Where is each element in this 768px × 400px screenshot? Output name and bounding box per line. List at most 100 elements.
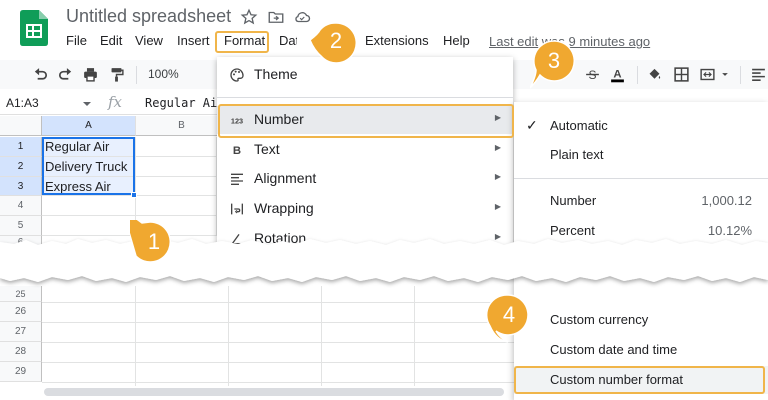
- row-header[interactable]: 2: [0, 157, 42, 177]
- format-menu-label: Text: [254, 141, 280, 157]
- number-menu-label: Custom currency: [550, 312, 649, 327]
- formula-input[interactable]: Regular Air: [145, 96, 224, 110]
- submenu-arrow-icon: ▶: [494, 202, 501, 211]
- row-header[interactable]: 26: [0, 302, 42, 322]
- submenu-arrow-icon: ▶: [494, 113, 501, 122]
- toolbar-separator: [637, 66, 638, 84]
- number-menu-example: 1,000.12: [701, 193, 752, 208]
- menu-view[interactable]: View: [135, 33, 163, 48]
- menu-format[interactable]: Format: [224, 33, 265, 48]
- format-menu-item-theme[interactable]: Theme: [217, 61, 513, 89]
- cell-b2[interactable]: [136, 157, 217, 177]
- align-icon[interactable]: [750, 66, 767, 83]
- horizontal-scrollbar[interactable]: [44, 388, 504, 396]
- callout-number: 3: [547, 48, 561, 73]
- svg-text:B: B: [233, 145, 241, 157]
- callout-3: 3: [530, 38, 582, 90]
- paint-format-icon[interactable]: [108, 66, 125, 83]
- cell-b3[interactable]: [136, 177, 217, 196]
- row-header[interactable]: 1: [0, 137, 42, 157]
- strikethrough-icon[interactable]: S: [584, 66, 601, 83]
- number-menu-item-number[interactable]: Number 1,000.12: [514, 187, 768, 215]
- number-menu-item-custom-date-time[interactable]: Custom date and time: [514, 336, 768, 364]
- callout-number: 1: [147, 229, 161, 254]
- chevron-down-icon[interactable]: [82, 99, 92, 109]
- palette-icon: [230, 68, 244, 82]
- number-menu-label: Custom number format: [550, 372, 683, 387]
- svg-text:A: A: [613, 68, 621, 80]
- callout-4: 4: [486, 292, 538, 344]
- number-123-icon: 123: [231, 116, 243, 125]
- row-header[interactable]: 28: [0, 342, 42, 362]
- checkmark-icon: ✓: [526, 117, 538, 133]
- submenu-arrow-icon: ▶: [494, 172, 501, 181]
- fill-handle[interactable]: [131, 192, 137, 198]
- toolbar-separator: [740, 66, 741, 84]
- cell-b4[interactable]: [136, 196, 217, 216]
- fill-color-icon[interactable]: [646, 66, 663, 83]
- column-header-a[interactable]: A: [42, 116, 136, 136]
- print-icon[interactable]: [82, 66, 99, 83]
- row-header[interactable]: 29: [0, 362, 42, 382]
- name-box[interactable]: A1:A3: [6, 96, 39, 110]
- format-menu-item-text[interactable]: B Text ▶: [217, 136, 513, 164]
- toolbar-separator: [136, 66, 137, 84]
- format-menu-item-wrapping[interactable]: Wrapping ▶: [217, 195, 513, 223]
- menu-extensions[interactable]: Extensions: [365, 33, 429, 48]
- menu-divider: [514, 178, 768, 179]
- undo-icon[interactable]: [32, 66, 49, 83]
- number-menu-label: Plain text: [550, 147, 604, 162]
- cell-a1[interactable]: Regular Air: [42, 137, 136, 157]
- cell-a4[interactable]: [42, 196, 136, 216]
- number-menu-item-plain-text[interactable]: Plain text: [514, 141, 768, 169]
- callout-1: 1: [130, 220, 182, 272]
- number-menu-item-custom-currency[interactable]: Custom currency: [514, 306, 768, 334]
- text-color-icon[interactable]: A: [609, 66, 626, 83]
- bold-icon: B: [233, 145, 241, 157]
- number-menu-label: Number: [550, 193, 597, 208]
- menu-file[interactable]: File: [66, 33, 87, 48]
- format-menu-item-number[interactable]: 123 Number ▶: [217, 106, 513, 134]
- zoom-select[interactable]: 100%: [148, 67, 179, 81]
- format-menu-label: Theme: [254, 66, 298, 82]
- svg-text:123: 123: [231, 116, 243, 125]
- cloud-status-icon[interactable]: [293, 8, 311, 26]
- format-menu-label: Alignment: [254, 170, 317, 186]
- cell-b1[interactable]: [136, 137, 217, 157]
- wrapping-icon: [231, 203, 243, 215]
- merge-icon[interactable]: [699, 66, 716, 83]
- star-icon[interactable]: [240, 8, 258, 26]
- sheets-logo-icon[interactable]: [20, 10, 48, 46]
- number-menu-label: Automatic: [550, 118, 608, 133]
- select-all-corner[interactable]: [0, 116, 42, 136]
- move-folder-icon[interactable]: [267, 8, 285, 26]
- row-header[interactable]: 27: [0, 322, 42, 342]
- format-menu-item-alignment[interactable]: Alignment ▶: [217, 165, 513, 193]
- submenu-arrow-icon: ▶: [494, 143, 501, 152]
- number-menu-item-custom-number-format[interactable]: Custom number format: [514, 366, 768, 394]
- menu-insert[interactable]: Insert: [177, 33, 210, 48]
- menu-edit[interactable]: Edit: [100, 33, 122, 48]
- document-title[interactable]: Untitled spreadsheet: [66, 6, 231, 27]
- row-header[interactable]: 25: [0, 286, 42, 302]
- borders-icon[interactable]: [673, 66, 690, 83]
- menu-help[interactable]: Help: [443, 33, 470, 48]
- row-header[interactable]: 4: [0, 196, 42, 216]
- cell-a3[interactable]: Express Air: [42, 177, 136, 196]
- chevron-down-icon[interactable]: [720, 66, 730, 83]
- align-left-icon: [231, 173, 243, 185]
- fx-icon: fx: [108, 93, 123, 111]
- row-header[interactable]: 3: [0, 177, 42, 196]
- cell-a2[interactable]: Delivery Truck: [42, 157, 136, 177]
- callout-number: 4: [502, 302, 516, 327]
- format-menu-label: Number: [254, 111, 304, 127]
- number-menu-label: Custom date and time: [550, 342, 678, 357]
- torn-edge-divider: [0, 239, 768, 282]
- number-menu-item-automatic[interactable]: ✓ Automatic: [514, 112, 768, 140]
- callout-number: 2: [329, 28, 343, 53]
- menu-data[interactable]: Data: [279, 33, 297, 48]
- column-header-b[interactable]: B: [136, 116, 228, 136]
- redo-icon[interactable]: [57, 66, 74, 83]
- grid-lines: [42, 286, 514, 386]
- callout-2: 2: [310, 20, 362, 72]
